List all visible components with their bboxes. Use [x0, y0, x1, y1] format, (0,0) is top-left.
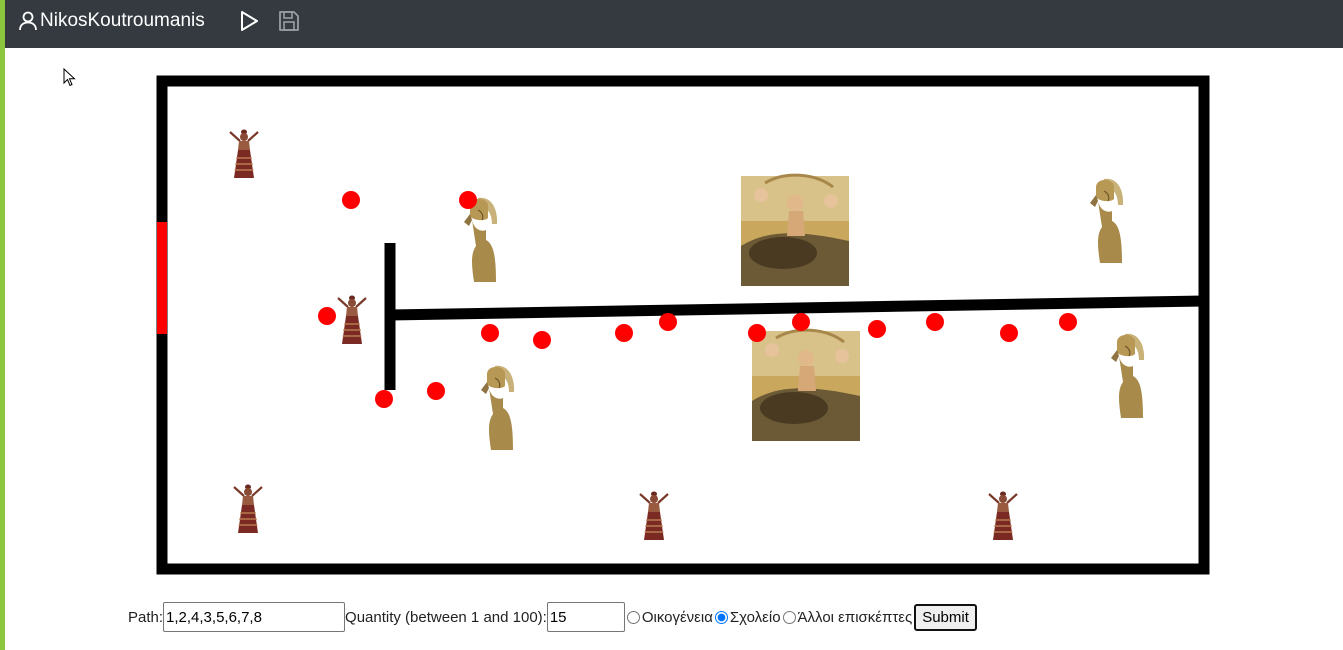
path-point: [318, 307, 336, 325]
path-point: [748, 324, 766, 342]
inner-wall-horizontal: [389, 295, 1205, 321]
radio-family[interactable]: [626, 610, 640, 624]
exhibit-goddess-statue[interactable]: [228, 128, 260, 180]
path-point: [481, 324, 499, 342]
path-point: [459, 191, 477, 209]
exhibit-warrior-bust[interactable]: [1110, 333, 1145, 419]
radio-other-visitors-label: Άλλοι επισκέπτες: [797, 608, 913, 626]
path-point: [615, 324, 633, 342]
path-label: Path:: [128, 608, 164, 626]
exhibit-warrior-bust[interactable]: [480, 365, 515, 451]
exhibit-mosaic-painting[interactable]: [739, 173, 851, 288]
path-point: [375, 390, 393, 408]
quantity-label: Quantity (between 1 and 100):: [345, 608, 547, 626]
path-point: [792, 313, 810, 331]
radio-family-label: Οικογένεια: [641, 608, 713, 626]
exhibit-mosaic-painting[interactable]: [750, 328, 862, 443]
museum-floor-map[interactable]: [0, 0, 1343, 650]
exhibit-goddess-statue[interactable]: [336, 294, 368, 346]
radio-school-label: Σχολείο: [729, 608, 781, 626]
exhibit-warrior-bust[interactable]: [1089, 178, 1124, 264]
exhibit-goddess-statue[interactable]: [232, 483, 264, 535]
exhibit-warrior-bust[interactable]: [463, 197, 498, 283]
submit-button[interactable]: Submit: [914, 603, 977, 631]
path-point: [342, 191, 360, 209]
radio-other-visitors[interactable]: [782, 610, 796, 624]
path-point: [427, 382, 445, 400]
quantity-input[interactable]: [546, 602, 625, 632]
path-form: Path: Quantity (between 1 and 100): Οικο…: [128, 602, 977, 632]
path-point: [659, 313, 677, 331]
exhibit-goddess-statue[interactable]: [987, 490, 1019, 542]
path-point: [868, 320, 886, 338]
path-point: [1059, 313, 1077, 331]
exhibit-goddess-statue[interactable]: [638, 490, 670, 542]
radio-school[interactable]: [714, 610, 728, 624]
entrance-door: [157, 222, 167, 334]
path-point: [1000, 324, 1018, 342]
path-point: [533, 331, 551, 349]
path-point: [926, 313, 944, 331]
path-input[interactable]: [163, 602, 346, 632]
outer-wall: [156, 75, 1210, 575]
